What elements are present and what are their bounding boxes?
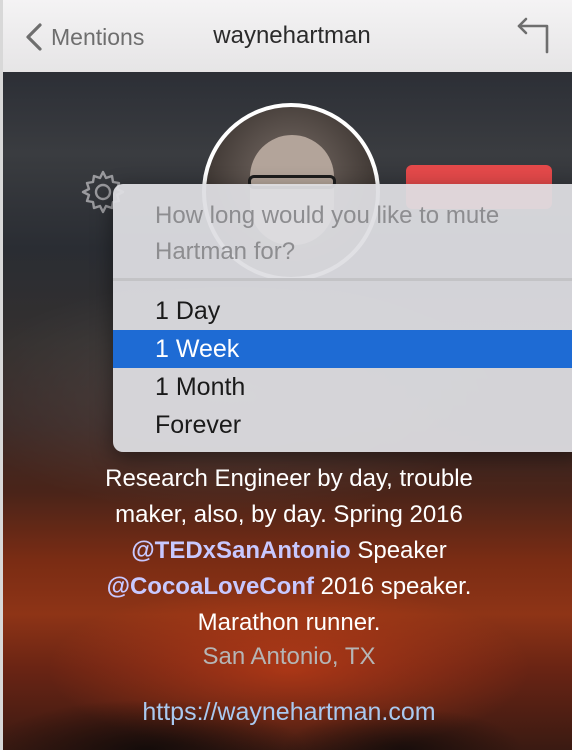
mute-menu-prompt: How long would you like to mute Hartman … bbox=[155, 198, 572, 270]
reply-arrow-icon[interactable] bbox=[516, 16, 552, 56]
profile-window: Mentions waynehartman How long would you… bbox=[0, 0, 572, 750]
menu-item-forever[interactable]: Forever bbox=[113, 406, 572, 444]
menu-divider bbox=[113, 278, 572, 281]
menu-item-1-day[interactable]: 1 Day bbox=[113, 292, 572, 330]
menu-item-1-week[interactable]: 1 Week bbox=[113, 330, 572, 368]
bio-line: @CocoaLoveConf 2016 speaker. bbox=[33, 569, 545, 605]
menu-item-1-month[interactable]: 1 Month bbox=[113, 368, 572, 406]
mention-link[interactable]: @TEDxSanAntonio bbox=[131, 537, 350, 564]
profile-url-link[interactable]: https://waynehartman.com bbox=[3, 698, 572, 727]
bio-line: @TEDxSanAntonio Speaker bbox=[33, 533, 545, 569]
mute-prompt-line2: Hartman for? bbox=[155, 238, 296, 265]
bio-text: 2016 speaker. bbox=[313, 573, 472, 600]
bio-line: Research Engineer by day, trouble bbox=[105, 465, 473, 492]
mention-link[interactable]: @CocoaLoveConf bbox=[107, 573, 314, 600]
bio-text: Speaker bbox=[350, 537, 447, 564]
profile-location: San Antonio, TX bbox=[202, 643, 376, 670]
profile-bio: Research Engineer by day, trouble maker,… bbox=[33, 461, 545, 641]
page-title: waynehartman bbox=[213, 22, 371, 49]
title-bar: Mentions waynehartman bbox=[3, 0, 572, 73]
bio-line: maker, also, by day. Spring 2016 bbox=[115, 501, 463, 528]
mute-prompt-line1: How long would you like to mute bbox=[155, 202, 500, 229]
bio-line: Marathon runner. bbox=[197, 609, 381, 636]
mute-duration-menu: How long would you like to mute Hartman … bbox=[113, 184, 572, 452]
